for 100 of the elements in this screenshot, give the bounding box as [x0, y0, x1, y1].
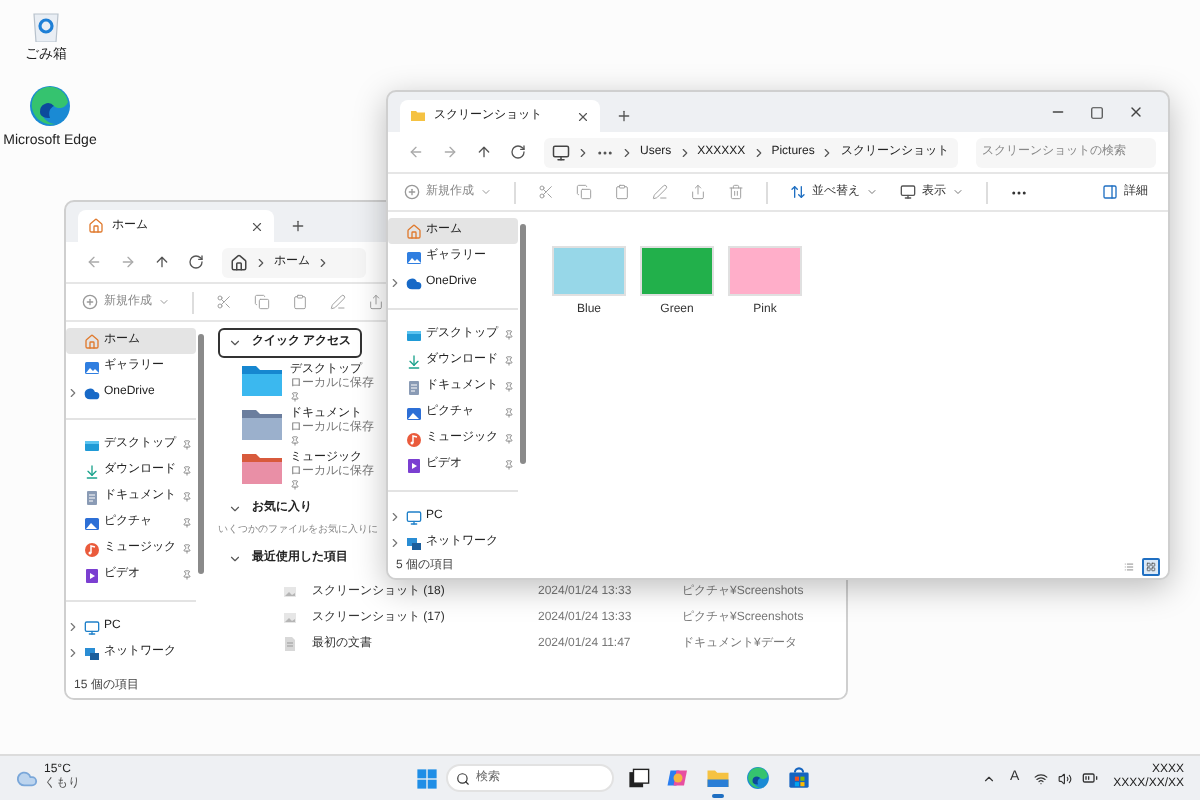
copy-icon[interactable] [254, 294, 270, 310]
caret-icon [158, 296, 170, 308]
plus-icon [404, 184, 420, 200]
image-file-icon [282, 584, 298, 600]
sort-icon [790, 184, 806, 200]
document-icon [84, 489, 100, 505]
task-view-icon[interactable] [627, 767, 649, 789]
scrollbar[interactable] [520, 224, 526, 464]
chevron-icon [316, 255, 330, 269]
pin-icon [182, 544, 192, 554]
share-icon[interactable] [690, 184, 706, 200]
wifi-icon[interactable] [1033, 771, 1048, 785]
cloud-icon[interactable] [16, 767, 38, 789]
video-icon [84, 567, 100, 583]
search-icon [456, 771, 470, 785]
pin-icon [504, 356, 514, 366]
chevron-icon [751, 145, 766, 159]
browser-logo-icon [28, 84, 72, 128]
download-icon [84, 463, 100, 479]
new-tab-icon[interactable] [290, 218, 306, 234]
pin-icon [504, 408, 514, 418]
caret-icon [866, 186, 878, 198]
pin-icon [504, 460, 514, 470]
refresh-icon[interactable] [510, 144, 526, 160]
collapse-icon[interactable] [228, 551, 242, 565]
monitor-icon [84, 619, 100, 635]
pin-icon [504, 382, 514, 392]
close-icon[interactable] [1128, 104, 1144, 120]
gallery-icon [406, 249, 422, 265]
refresh-icon[interactable] [188, 254, 204, 270]
home-icon [406, 223, 422, 239]
chevron-icon [820, 145, 835, 159]
recycle-bin-icon [32, 10, 60, 42]
cloud-icon [84, 385, 100, 401]
document-file-icon [282, 636, 298, 652]
paste-icon[interactable] [292, 294, 308, 310]
battery-icon[interactable] [1081, 770, 1098, 786]
download-icon [406, 353, 422, 369]
image-file-icon [282, 610, 298, 626]
speaker-icon[interactable] [1057, 771, 1072, 785]
back-icon[interactable] [408, 144, 424, 160]
back-icon[interactable] [86, 254, 102, 270]
image-thumbnail[interactable] [640, 246, 714, 296]
paste-icon[interactable] [614, 184, 630, 200]
chevron-icon [620, 145, 634, 159]
home-icon[interactable] [230, 253, 248, 271]
pin-icon [504, 330, 514, 340]
folder-icon [410, 108, 426, 124]
monitor-icon [406, 509, 422, 525]
delete-icon[interactable] [728, 184, 744, 200]
up-icon[interactable] [154, 254, 170, 270]
picture-icon [406, 405, 422, 421]
image-thumbnail[interactable] [552, 246, 626, 296]
caret-icon [952, 186, 964, 198]
close-icon[interactable] [576, 109, 590, 123]
close-icon[interactable] [250, 219, 264, 233]
forward-icon[interactable] [120, 254, 136, 270]
expand-icon[interactable] [388, 276, 402, 290]
pin-icon [182, 570, 192, 580]
cut-icon[interactable] [216, 294, 232, 310]
copy-icon[interactable] [576, 184, 592, 200]
scrollbar[interactable] [198, 334, 204, 574]
image-thumbnail[interactable] [728, 246, 802, 296]
up-icon[interactable] [476, 144, 492, 160]
home-icon [88, 218, 104, 234]
colorful-logo-icon[interactable] [666, 766, 690, 790]
cloud-icon [406, 275, 422, 291]
pin-icon [504, 434, 514, 444]
pin-icon [182, 466, 192, 476]
folder-icon[interactable] [706, 766, 730, 790]
chevron-icon [254, 255, 268, 269]
network-icon [84, 645, 100, 661]
expand-icon[interactable] [66, 386, 80, 400]
folder-icon [242, 408, 282, 440]
start-icon[interactable] [416, 767, 438, 789]
pin-icon [182, 440, 192, 450]
music-icon [406, 431, 422, 447]
pin-icon [182, 518, 192, 528]
store-bag-icon[interactable] [787, 766, 809, 790]
tiles-view-icon[interactable] [1142, 558, 1160, 576]
gallery-icon [84, 359, 100, 375]
chevron-icon [677, 145, 692, 159]
maximize-icon[interactable] [1090, 105, 1104, 119]
collapse-icon[interactable] [228, 502, 242, 516]
browser-logo-icon[interactable] [746, 766, 770, 790]
folder-icon [242, 364, 282, 396]
folder-icon [242, 452, 282, 484]
details-pane-icon [1102, 184, 1118, 200]
forward-icon[interactable] [442, 144, 458, 160]
desktop-icon [406, 327, 422, 343]
new-tab-icon[interactable] [616, 108, 632, 124]
plus-icon [82, 294, 98, 310]
collapse-icon[interactable] [228, 336, 242, 350]
home-icon [84, 333, 100, 349]
monitor-icon[interactable] [552, 143, 570, 161]
show-hidden-icons-icon[interactable] [981, 771, 996, 785]
cut-icon[interactable] [538, 184, 554, 200]
chevron-icon [576, 145, 590, 159]
share-icon[interactable] [368, 294, 384, 310]
network-icon [406, 535, 422, 551]
